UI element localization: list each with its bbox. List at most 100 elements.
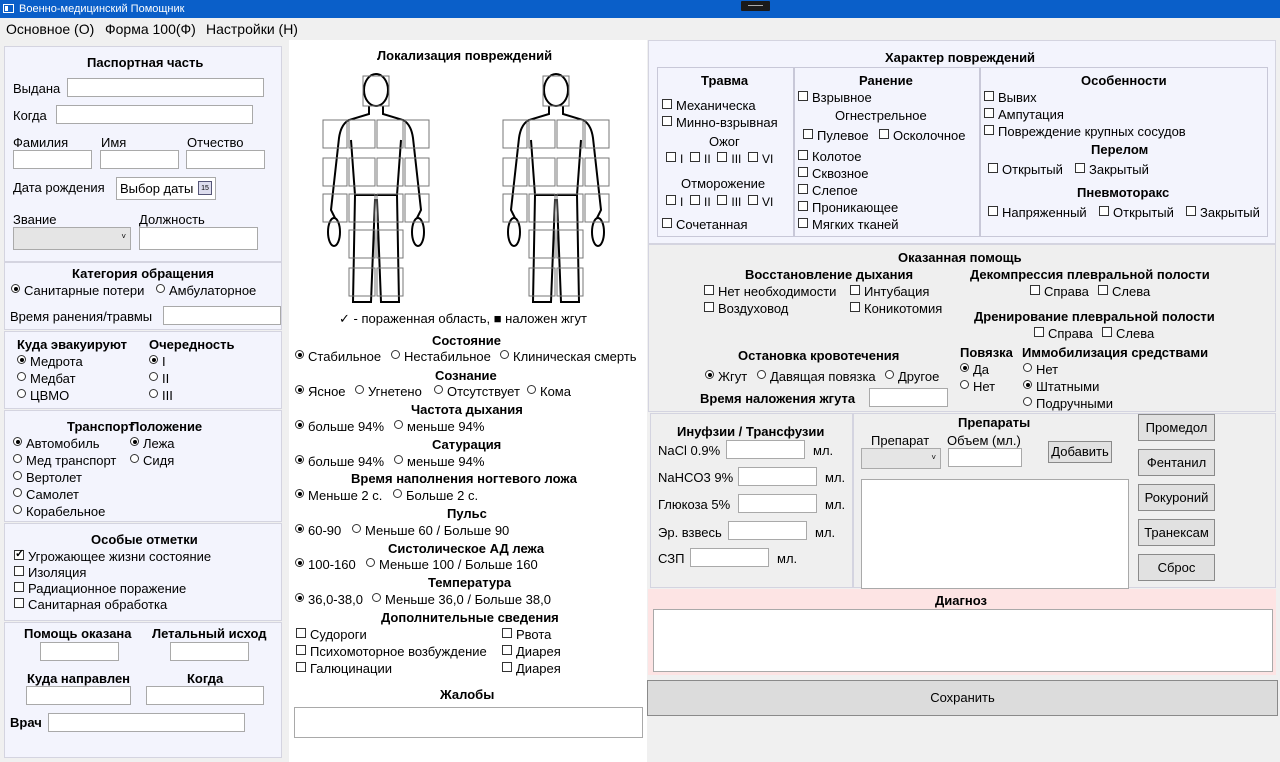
evac-medbat[interactable]: Медбат	[17, 371, 76, 386]
trauma-mine[interactable]: Минно-взрывная	[662, 115, 778, 130]
date-picker[interactable]: Выбор даты 15	[116, 177, 216, 200]
wound-blind[interactable]: Слепое	[798, 183, 858, 198]
evac-cvmo[interactable]: ЦВМО	[17, 388, 69, 403]
category-ambulatory[interactable]: Амбулаторное	[156, 283, 256, 298]
issued-input[interactable]	[67, 78, 264, 97]
extra-diarrhea-1[interactable]: Диарея	[502, 644, 561, 659]
name-input[interactable]	[100, 150, 179, 169]
tranexam-button[interactable]: Транексам	[1138, 519, 1215, 546]
feat-dislocation[interactable]: Вывих	[984, 90, 1037, 105]
note-sanitation[interactable]: Санитарная обработка	[14, 597, 167, 612]
promedol-button[interactable]: Промедол	[1138, 414, 1215, 441]
body-diagram[interactable]	[319, 70, 649, 312]
sat-low[interactable]: меньше 94%	[394, 454, 484, 469]
immob-improvised[interactable]: Подручными	[1023, 396, 1113, 411]
fracture-closed[interactable]: Закрытый	[1075, 162, 1149, 177]
queue-3[interactable]: III	[149, 388, 173, 403]
drug-select[interactable]: ˅	[861, 448, 941, 469]
rocuronium-button[interactable]: Рокуроний	[1138, 484, 1215, 511]
sat-high[interactable]: больше 94%	[295, 454, 384, 469]
diagnosis-input[interactable]	[653, 609, 1273, 672]
glucose-input[interactable]	[738, 494, 817, 513]
wound-time-input[interactable]	[163, 306, 281, 325]
immob-none[interactable]: Нет	[1023, 362, 1058, 377]
drugs-list[interactable]	[861, 479, 1129, 589]
minimize-handle-icon[interactable]	[741, 1, 770, 11]
dest-when-input[interactable]	[146, 686, 264, 705]
when-input[interactable]	[56, 105, 253, 124]
note-threat[interactable]: Угрожающее жизни состояние	[14, 547, 211, 564]
calendar-icon[interactable]: 15	[198, 181, 212, 195]
menu-settings[interactable]: Настройки (Н)	[206, 21, 298, 37]
temp-abnormal[interactable]: Меньше 36,0 / Больше 38,0	[372, 592, 551, 607]
state-death[interactable]: Клиническая смерть	[500, 349, 637, 364]
wound-soft[interactable]: Мягких тканей	[798, 217, 899, 232]
dest-input[interactable]	[26, 686, 131, 705]
tq-time-input[interactable]	[869, 388, 948, 407]
nahco3-input[interactable]	[738, 467, 817, 486]
patronymic-input[interactable]	[186, 150, 265, 169]
bp-abnormal[interactable]: Меньше 100 / Больше 160	[366, 557, 538, 572]
wound-stab[interactable]: Колотое	[798, 149, 861, 164]
nail-less[interactable]: Меньше 2 с.	[295, 488, 382, 503]
save-button[interactable]: Сохранить	[647, 680, 1278, 716]
breath-intubation[interactable]: Интубация	[850, 284, 929, 299]
menu-main[interactable]: Основное (О)	[6, 21, 94, 37]
extra-agitation[interactable]: Психомоторное возбуждение	[296, 644, 487, 659]
note-radiation[interactable]: Радиационное поражение	[14, 581, 186, 596]
drain-right[interactable]: Справа	[1034, 326, 1093, 341]
evac-medrota[interactable]: Медрота	[17, 354, 83, 369]
burn-degrees[interactable]: I II III VI	[666, 152, 773, 166]
decomp-right[interactable]: Справа	[1030, 284, 1089, 299]
state-stable[interactable]: Стабильное	[295, 349, 381, 364]
position-input[interactable]	[139, 227, 258, 250]
trauma-combined[interactable]: Сочетанная	[662, 217, 748, 232]
wound-frag[interactable]: Осколочное	[879, 128, 965, 143]
resp-high[interactable]: больше 94%	[295, 419, 384, 434]
rank-select[interactable]: ˅	[13, 227, 131, 250]
extra-seizures[interactable]: Судороги	[296, 627, 367, 642]
drain-left[interactable]: Слева	[1102, 326, 1154, 341]
temp-normal[interactable]: 36,0-38,0	[295, 592, 363, 607]
pulse-normal[interactable]: 60-90	[295, 523, 341, 538]
wound-bullet[interactable]: Пулевое	[803, 128, 869, 143]
bleed-bandage[interactable]: Давящая повязка	[757, 369, 876, 384]
breath-conicotomy[interactable]: Коникотомия	[850, 301, 942, 316]
extra-vomit[interactable]: Рвота	[502, 627, 551, 642]
trauma-mech[interactable]: Механическа	[662, 98, 756, 113]
ffp-input[interactable]	[690, 548, 769, 567]
help-input[interactable]	[40, 642, 119, 661]
surname-input[interactable]	[13, 150, 92, 169]
pneumo-tense[interactable]: Напряженный	[988, 205, 1087, 220]
wound-blast[interactable]: Взрывное	[798, 90, 872, 105]
position-sitting[interactable]: Сидя	[130, 453, 174, 468]
consc-clear[interactable]: Ясное	[295, 384, 346, 399]
transport-heli[interactable]: Вертолет	[13, 470, 82, 485]
bp-normal[interactable]: 100-160	[295, 557, 356, 572]
breath-none[interactable]: Нет необходимости	[704, 284, 836, 299]
bandage-no[interactable]: Нет	[960, 379, 995, 394]
frost-degrees[interactable]: I II III VI	[666, 195, 773, 209]
note-isolation[interactable]: Изоляция	[14, 565, 86, 580]
transport-car[interactable]: Автомобиль	[13, 436, 100, 451]
resp-low[interactable]: меньше 94%	[394, 419, 484, 434]
wound-penetrating[interactable]: Проникающее	[798, 200, 898, 215]
volume-input[interactable]	[948, 448, 1022, 467]
bandage-yes[interactable]: Да	[960, 362, 989, 377]
feat-amputation[interactable]: Ампутация	[984, 107, 1064, 122]
reset-button[interactable]: Сброс	[1138, 554, 1215, 581]
breath-airway[interactable]: Воздуховод	[704, 301, 788, 316]
consc-depressed[interactable]: Угнетено	[355, 384, 422, 399]
decomp-left[interactable]: Слева	[1098, 284, 1150, 299]
transport-ship[interactable]: Корабельное	[13, 504, 105, 519]
lethal-input[interactable]	[170, 642, 249, 661]
nail-more[interactable]: Больше 2 с.	[393, 488, 478, 503]
queue-1[interactable]: I	[149, 354, 166, 369]
consc-absent[interactable]: Отсутствует	[434, 384, 520, 399]
pneumo-closed[interactable]: Закрытый	[1186, 205, 1260, 220]
fracture-open[interactable]: Открытый	[988, 162, 1063, 177]
doctor-input[interactable]	[48, 713, 245, 732]
fentanyl-button[interactable]: Фентанил	[1138, 449, 1215, 476]
feat-vessels[interactable]: Повреждение крупных сосудов	[984, 124, 1186, 139]
bleed-tourniquet[interactable]: Жгут	[705, 369, 747, 384]
